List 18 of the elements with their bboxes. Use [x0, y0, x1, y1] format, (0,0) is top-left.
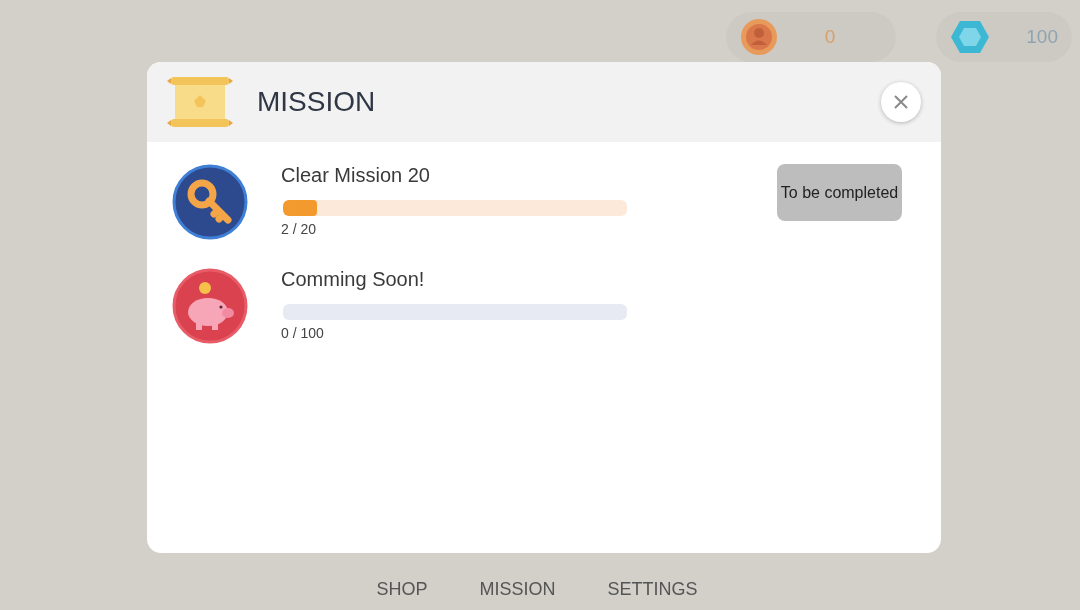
nav-tab[interactable]: SETTINGS [607, 579, 698, 600]
mission-title: Clear Mission 20 [281, 164, 431, 187]
scroll-icon [165, 75, 235, 129]
currency-amount: 0 [823, 26, 837, 48]
complete-button[interactable]: To be completed [777, 164, 902, 221]
currency-amount: 100 [1025, 26, 1058, 48]
nav-tab[interactable]: MISSION [479, 579, 556, 600]
close-button[interactable] [881, 82, 921, 122]
mission-title: Comming Soon! [281, 268, 426, 291]
progress-count: 2 / 20 [281, 221, 318, 237]
nav-tab[interactable]: SHOP [376, 579, 428, 600]
close-icon [893, 94, 909, 110]
key-icon [172, 164, 248, 240]
dialog-title: MISSION [257, 86, 377, 118]
gem-icon [950, 20, 990, 54]
coin-icon [740, 18, 778, 56]
piggy-bank-icon [172, 268, 248, 344]
progress-count: 0 / 100 [281, 325, 325, 341]
